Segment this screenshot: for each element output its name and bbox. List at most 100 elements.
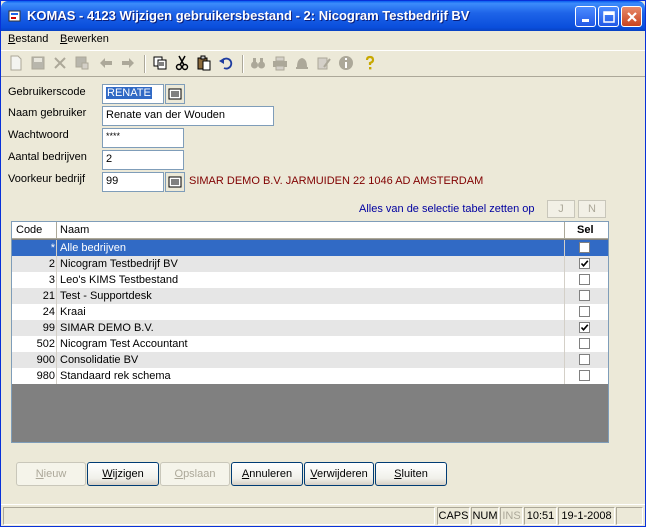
print-button[interactable]: [272, 55, 290, 73]
user-name-field[interactable]: Renate van der Wouden: [102, 106, 274, 126]
pref-company-info: SIMAR DEMO B.V. JARMUIDEN 22 1046 AD AMS…: [189, 175, 484, 187]
table-row[interactable]: 3 Leo's KIMS Testbestand: [12, 272, 608, 288]
paste-icon: [197, 55, 211, 71]
undo-icon: [219, 57, 233, 70]
select-all-yes-button[interactable]: J: [547, 200, 575, 218]
cell-divider: [56, 320, 57, 336]
paste-button[interactable]: [196, 55, 214, 73]
user-code-field[interactable]: RENATE: [102, 84, 164, 104]
table-row[interactable]: 24 Kraai: [12, 304, 608, 320]
window-title: KOMAS - 4123 Wijzigen gebruikersbestand …: [27, 8, 470, 23]
new-button[interactable]: Nieuw: [16, 462, 86, 486]
row-code: 2: [48, 258, 55, 270]
edit-icon: [317, 57, 331, 70]
row-select-checkbox[interactable]: [579, 354, 590, 365]
search-button[interactable]: [250, 55, 268, 73]
header-name[interactable]: Naam: [60, 224, 89, 236]
status-extra: [616, 507, 643, 525]
info-button[interactable]: [338, 55, 356, 73]
menu-bestand[interactable]: Bestand: [8, 33, 48, 45]
row-select-checkbox[interactable]: [579, 306, 590, 317]
menu-bewerken[interactable]: Bewerken: [60, 33, 109, 45]
edit-button[interactable]: Wijzigen: [87, 462, 159, 486]
back-button[interactable]: [98, 55, 116, 73]
delete-button-toolbar[interactable]: [52, 55, 70, 73]
bell-icon: [296, 58, 308, 69]
back-icon: [100, 58, 112, 68]
row-name: Nicogram Testbedrijf BV: [60, 258, 178, 270]
cell-divider: [564, 240, 565, 256]
cut-button[interactable]: [174, 55, 192, 73]
row-code: 502: [36, 338, 55, 350]
save-as-button[interactable]: [74, 55, 92, 73]
row-select-checkbox[interactable]: [579, 338, 590, 349]
pref-company-label: Voorkeur bedrijf: [8, 173, 86, 185]
password-field[interactable]: ****: [102, 128, 184, 148]
table-row[interactable]: 99 SIMAR DEMO B.V.: [12, 320, 608, 336]
column-divider[interactable]: [564, 222, 565, 239]
cell-divider: [56, 240, 57, 256]
table-row[interactable]: 980 Standaard rek schema: [12, 368, 608, 384]
cell-divider: [56, 352, 57, 368]
new-doc-button[interactable]: [8, 55, 26, 73]
cell-divider: [56, 368, 57, 384]
row-name: Alle bedrijven: [60, 242, 127, 254]
table-row[interactable]: 21 Test - Supportdesk: [12, 288, 608, 304]
table-row[interactable]: 2 Nicogram Testbedrijf BV: [12, 256, 608, 272]
cell-divider: [564, 352, 565, 368]
row-code: 21: [42, 290, 55, 302]
selection-label: Alles van de selectie tabel zetten op: [359, 203, 535, 215]
lookup-icon: [168, 176, 182, 188]
info-icon: [339, 56, 353, 70]
status-time: 10:51: [524, 507, 557, 525]
row-select-checkbox[interactable]: [579, 290, 590, 301]
user-code-lookup-button[interactable]: [165, 84, 185, 104]
row-name: Test - Supportdesk: [60, 290, 152, 302]
close-form-button[interactable]: Sluiten: [375, 462, 447, 486]
company-table: Code Naam Sel * Alle bedrijven 2 Nicogram T…: [11, 221, 609, 443]
row-select-checkbox[interactable]: [579, 322, 590, 333]
header-code[interactable]: Code: [16, 224, 42, 236]
minimize-button[interactable]: [575, 6, 596, 27]
maximize-button[interactable]: [598, 6, 619, 27]
row-select-checkbox[interactable]: [579, 274, 590, 285]
close-button[interactable]: [621, 6, 642, 27]
cell-divider: [564, 336, 565, 352]
help-button[interactable]: [362, 55, 380, 73]
pref-company-field[interactable]: 99: [102, 172, 164, 192]
select-all-no-button[interactable]: N: [578, 200, 606, 218]
row-select-checkbox[interactable]: [579, 370, 590, 381]
undo-button[interactable]: [218, 55, 236, 73]
binoculars-icon: [251, 58, 265, 69]
row-name: Standaard rek schema: [60, 370, 171, 382]
user-name-label: Naam gebruiker: [8, 107, 87, 119]
header-sel[interactable]: Sel: [577, 224, 594, 236]
edit-button-toolbar[interactable]: [316, 55, 334, 73]
row-code: 980: [36, 370, 55, 382]
password-label: Wachtwoord: [8, 129, 69, 141]
column-divider[interactable]: [56, 222, 57, 239]
table-header: Code Naam Sel: [12, 222, 608, 239]
row-name: Kraai: [60, 306, 86, 318]
cancel-button[interactable]: Annuleren: [231, 462, 303, 486]
cut-icon: [175, 55, 189, 71]
table-row[interactable]: * Alle bedrijven: [12, 240, 608, 256]
pref-company-lookup-button[interactable]: [165, 172, 185, 192]
save-as-icon: [75, 56, 89, 70]
checkbox-check-icon: [580, 324, 589, 332]
cell-divider: [564, 272, 565, 288]
row-code: *: [50, 242, 55, 254]
copy-button[interactable]: [152, 55, 170, 73]
save-button-toolbar[interactable]: [30, 55, 48, 73]
company-count-field[interactable]: 2: [102, 150, 184, 170]
delete-button[interactable]: Verwijderen: [304, 462, 374, 486]
status-message: [3, 507, 435, 525]
bell-button[interactable]: [294, 55, 312, 73]
forward-button[interactable]: [120, 55, 138, 73]
save-button[interactable]: Opslaan: [160, 462, 230, 486]
table-row[interactable]: 502 Nicogram Test Accountant: [12, 336, 608, 352]
row-select-checkbox[interactable]: [579, 258, 590, 269]
table-row[interactable]: 900 Consolidatie BV: [12, 352, 608, 368]
user-code-label: Gebruikerscode: [8, 86, 86, 98]
row-select-checkbox[interactable]: [579, 242, 590, 253]
